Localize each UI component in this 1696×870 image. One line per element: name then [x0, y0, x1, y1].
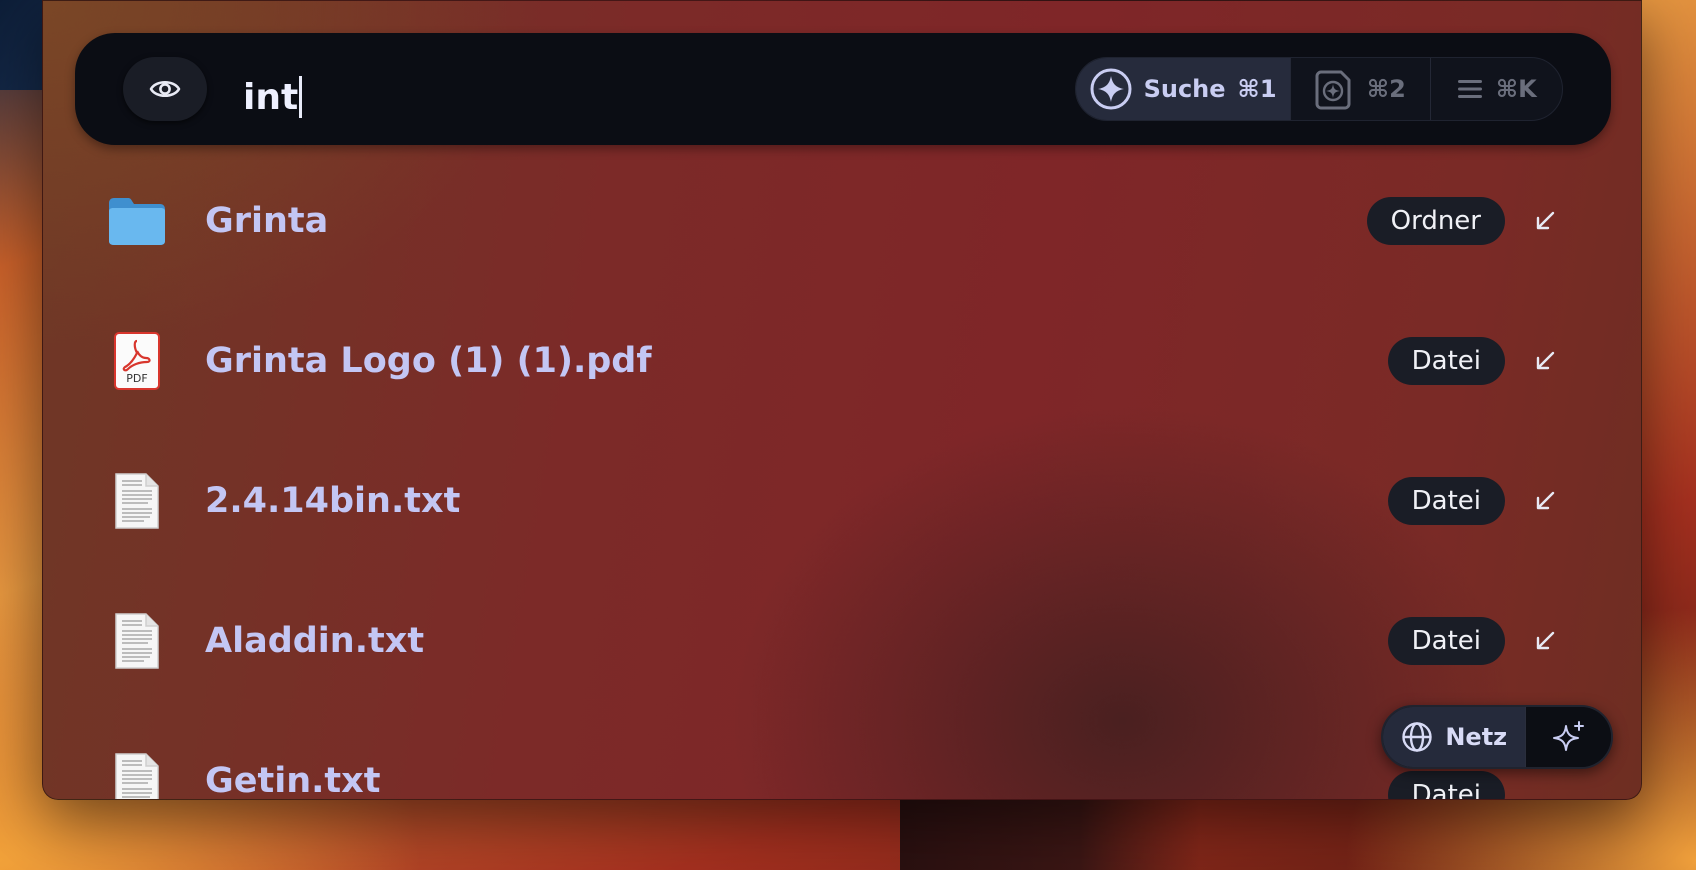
text-file-icon	[105, 609, 169, 673]
mode-switcher: Suche ⌘1 ⌘2 ⌘K	[1075, 57, 1563, 121]
arrow-down-left-icon	[1536, 631, 1555, 650]
text-file-icon	[105, 469, 169, 533]
result-title: Getin.txt	[205, 761, 381, 800]
result-row[interactable]: Aladdin.txt Datei	[43, 571, 1641, 711]
mode-menu-button[interactable]: ⌘K	[1431, 58, 1562, 120]
eye-icon	[149, 80, 181, 98]
arrow-down-left-icon	[1536, 491, 1555, 510]
result-title: Grinta Logo (1) (1).pdf	[205, 341, 652, 381]
web-search-button[interactable]: Netz	[1383, 707, 1527, 767]
result-title: Aladdin.txt	[205, 621, 425, 661]
preview-toggle-button[interactable]	[123, 57, 207, 121]
sparkle-circle-icon	[1090, 68, 1132, 110]
text-file-icon	[105, 749, 169, 799]
menu-lines-icon	[1457, 80, 1482, 98]
web-search-label: Netz	[1445, 723, 1508, 751]
ai-assist-button[interactable]	[1526, 707, 1611, 767]
pdf-file-icon: PDF	[105, 329, 169, 393]
launcher-window: int Suche ⌘1 ⌘2 ⌘K Grinta Ordner PDF Gri…	[42, 0, 1642, 800]
arrow-down-left-icon	[1536, 211, 1555, 230]
pdf-icon-label: PDF	[126, 372, 147, 385]
sparkles-icon	[1552, 721, 1584, 751]
mode-ai-shortcut: ⌘2	[1366, 75, 1406, 103]
mode-search-label: Suche	[1143, 75, 1226, 103]
result-kind-badge: Datei	[1387, 477, 1505, 525]
mode-search-shortcut: ⌘1	[1237, 75, 1277, 103]
search-bar: int Suche ⌘1 ⌘2 ⌘K	[75, 33, 1611, 145]
result-kind-badge: Datei	[1387, 337, 1505, 385]
insert-action-button[interactable]	[1531, 487, 1559, 515]
result-title: Grinta	[205, 201, 329, 241]
result-kind-badge: Datei	[1387, 771, 1505, 799]
search-input[interactable]: int	[243, 76, 303, 118]
text-caret	[299, 76, 303, 118]
arrow-down-left-icon	[1536, 351, 1555, 370]
result-title: 2.4.14bin.txt	[205, 481, 461, 521]
insert-action-button[interactable]	[1531, 207, 1559, 235]
result-kind-badge: Ordner	[1366, 197, 1505, 245]
result-kind-badge: Datei	[1387, 617, 1505, 665]
result-row[interactable]: 2.4.14bin.txt Datei	[43, 431, 1641, 571]
insert-action-button[interactable]	[1531, 627, 1559, 655]
ai-document-icon	[1315, 70, 1351, 110]
result-row[interactable]: PDF Grinta Logo (1) (1).pdf Datei	[43, 291, 1641, 431]
mode-menu-shortcut: ⌘K	[1495, 75, 1537, 103]
mode-ai-button[interactable]: ⌘2	[1291, 58, 1431, 120]
insert-action-button[interactable]	[1531, 347, 1559, 375]
globe-icon	[1402, 722, 1433, 752]
search-query: int	[243, 76, 299, 118]
bottom-toolbar: Netz	[1381, 705, 1613, 769]
folder-icon	[105, 189, 169, 253]
mode-search-button[interactable]: Suche ⌘1	[1076, 58, 1292, 120]
result-row[interactable]: Grinta Ordner	[43, 151, 1641, 291]
